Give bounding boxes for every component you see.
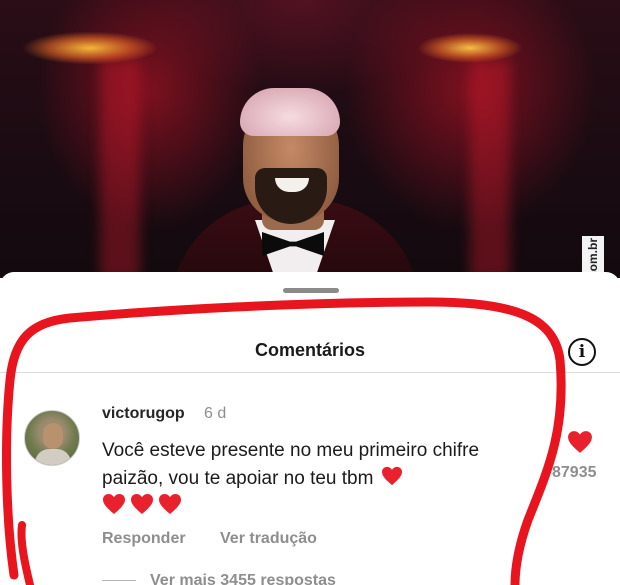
like-count: 87935 (552, 464, 597, 481)
stage-light-beam (100, 60, 140, 278)
comment-username[interactable]: victorugop (102, 405, 185, 423)
comment-body: Você esteve presente no meu primeiro chi… (102, 437, 532, 493)
translate-button[interactable]: Ver tradução (220, 530, 317, 548)
red-heart-emoji (103, 494, 125, 514)
heart-icon[interactable] (567, 430, 593, 454)
info-icon[interactable]: i (568, 338, 596, 366)
reply-button[interactable]: Responder (102, 530, 186, 548)
red-heart-emoji (159, 494, 181, 514)
stage-light-beam (470, 60, 510, 278)
sheet-title: Comentários (254, 340, 366, 360)
comment-emoji-hearts (102, 493, 182, 519)
person-hair (240, 88, 340, 136)
red-heart-emoji (381, 466, 402, 486)
avatar-face (43, 423, 63, 449)
red-heart-emoji (131, 494, 153, 514)
comment-text: Você esteve presente no meu primeiro chi… (102, 440, 480, 489)
view-more-replies-button[interactable]: Ver mais 3455 respostas (150, 572, 336, 585)
avatar[interactable] (24, 410, 80, 466)
post-photo (0, 0, 620, 278)
more-replies-line (102, 580, 136, 581)
avatar-body (35, 449, 71, 465)
comment-time: 6 d (204, 405, 227, 422)
sheet-drag-handle[interactable] (283, 288, 339, 293)
divider (0, 372, 620, 373)
